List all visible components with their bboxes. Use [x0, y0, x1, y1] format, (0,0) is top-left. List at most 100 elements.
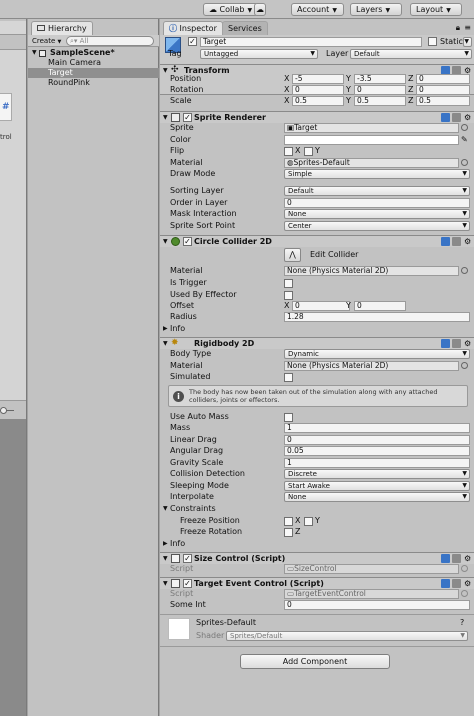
gear-icon[interactable]: ⚙ — [464, 113, 471, 122]
freeze-rotation-z-checkbox[interactable] — [284, 528, 293, 537]
sprite-sort-point-dropdown[interactable]: Center ▼ — [284, 221, 470, 231]
used-by-effector-checkbox[interactable] — [284, 291, 293, 300]
fold-arrow-icon[interactable]: ▼ — [163, 338, 168, 349]
hierarchy-item-main-camera[interactable]: Main Camera — [28, 58, 159, 68]
hierarchy-search-input[interactable]: ⌕▾ All — [66, 36, 154, 46]
rb-material-field[interactable]: None (Physics Material 2D) — [284, 361, 459, 371]
linear-drag-field[interactable]: 0 — [284, 435, 470, 445]
cloud-services-button[interactable]: ☁ — [254, 3, 266, 16]
freeze-position-x-checkbox[interactable] — [284, 517, 293, 526]
component-enabled-checkbox[interactable]: ✓ — [183, 554, 192, 563]
size-control-header[interactable]: ▼ ✓ Size Control (Script) ⚙ — [160, 552, 474, 564]
transform-scale-z-field[interactable]: 0.5 — [416, 96, 470, 106]
material-field[interactable]: ◍Sprites-Default — [284, 158, 459, 168]
presets-icon[interactable] — [452, 554, 461, 563]
radius-field[interactable]: 1.28 — [284, 312, 470, 322]
object-picker-icon[interactable] — [461, 267, 468, 274]
help-icon[interactable] — [441, 554, 450, 563]
freeze-position-y-checkbox[interactable] — [304, 517, 313, 526]
sprite-field[interactable]: ▣Target — [284, 123, 459, 133]
presets-icon[interactable] — [452, 579, 461, 588]
target-event-control-header[interactable]: ▼ ✓ Target Event Control (Script) ⚙ — [160, 577, 474, 589]
shader-dropdown[interactable]: Sprites/Default ▼ — [226, 631, 468, 641]
help-icon[interactable] — [441, 339, 450, 348]
tab-services[interactable]: Services — [222, 21, 268, 35]
script-asset-thumbnail[interactable]: # — [0, 93, 12, 121]
gear-icon[interactable]: ⚙ — [464, 237, 471, 246]
mask-interaction-dropdown[interactable]: None ▼ — [284, 209, 470, 219]
gear-icon[interactable]: ⚙ — [464, 554, 471, 563]
layers-dropdown[interactable]: Layers ▼ — [350, 3, 402, 16]
lock-icon[interactable]: 🔒︎ — [456, 23, 460, 33]
flip-x-checkbox[interactable] — [284, 147, 293, 156]
collab-button[interactable]: ☁ Collab ▼ — [203, 3, 259, 16]
component-enabled-checkbox[interactable]: ✓ — [183, 579, 192, 588]
panel-menu-icon[interactable]: ≡ — [464, 23, 471, 32]
offset-x-field[interactable]: 0 — [292, 301, 350, 311]
layout-dropdown[interactable]: Layout ▼ — [410, 3, 462, 16]
eyedropper-icon[interactable]: ✎ — [461, 134, 468, 145]
gravity-scale-field[interactable]: 1 — [284, 458, 470, 468]
transform-position-x-field[interactable]: -5 — [292, 74, 344, 84]
fold-arrow-icon[interactable]: ▼ — [163, 553, 168, 564]
tag-dropdown[interactable]: Untagged ▼ — [200, 49, 318, 59]
interpolate-dropdown[interactable]: None ▼ — [284, 492, 470, 502]
component-enabled-checkbox[interactable]: ✓ — [183, 237, 192, 246]
collider-info-foldout[interactable]: Info — [170, 323, 185, 334]
body-type-dropdown[interactable]: Dynamic ▼ — [284, 349, 470, 359]
object-name-field[interactable]: Target — [200, 37, 422, 47]
tab-hierarchy[interactable]: Hierarchy — [31, 21, 93, 35]
transform-scale-x-field[interactable]: 0.5 — [292, 96, 344, 106]
static-checkbox[interactable] — [428, 37, 437, 46]
transform-rotation-y-field[interactable]: 0 — [354, 85, 406, 95]
presets-icon[interactable] — [452, 237, 461, 246]
presets-icon[interactable] — [452, 339, 461, 348]
active-checkbox[interactable]: ✓ — [188, 37, 197, 46]
transform-rotation-x-field[interactable]: 0 — [292, 85, 344, 95]
slider-knob[interactable] — [0, 407, 7, 414]
use-auto-mass-checkbox[interactable] — [284, 413, 293, 422]
object-picker-icon[interactable] — [461, 159, 468, 166]
project-asset-list[interactable]: # trol — [0, 49, 26, 414]
rigidbody-info-foldout[interactable]: Info — [170, 538, 185, 549]
fold-arrow-icon[interactable]: ▼ — [163, 112, 168, 123]
edit-collider-button[interactable]: ⋀ — [284, 248, 301, 262]
collider-material-field[interactable]: None (Physics Material 2D) — [284, 266, 459, 276]
object-picker-icon[interactable] — [461, 362, 468, 369]
flip-y-checkbox[interactable] — [304, 147, 313, 156]
sprite-renderer-header[interactable]: ▼ ✓ Sprite Renderer ⚙ — [160, 111, 474, 123]
help-icon[interactable]: ? — [460, 617, 464, 628]
help-icon[interactable] — [441, 113, 450, 122]
add-component-button[interactable]: Add Component — [240, 654, 390, 669]
transform-position-y-field[interactable]: -3.5 — [354, 74, 406, 84]
presets-icon[interactable] — [452, 113, 461, 122]
hierarchy-item-target[interactable]: Target — [28, 68, 159, 78]
fold-arrow-icon[interactable]: ▶ — [163, 538, 168, 549]
gear-icon[interactable]: ⚙ — [464, 579, 471, 588]
fold-arrow-icon[interactable]: ▼ — [163, 236, 168, 247]
thumbnail-size-slider[interactable] — [0, 407, 14, 414]
project-tab[interactable] — [0, 21, 26, 35]
draw-mode-dropdown[interactable]: Simple ▼ — [284, 169, 470, 179]
sorting-layer-dropdown[interactable]: Default ▼ — [284, 186, 470, 196]
scene-row[interactable]: ▼ SampleScene* — [28, 48, 159, 58]
transform-rotation-z-field[interactable]: 0 — [416, 85, 470, 95]
angular-drag-field[interactable]: 0.05 — [284, 446, 470, 456]
gear-icon[interactable]: ⚙ — [464, 339, 471, 348]
is-trigger-checkbox[interactable] — [284, 279, 293, 288]
some-int-field[interactable]: 0 — [284, 600, 470, 610]
collision-detection-dropdown[interactable]: Discrete ▼ — [284, 469, 470, 479]
fold-arrow-icon[interactable]: ▼ — [163, 65, 168, 76]
mass-field[interactable]: 1 — [284, 423, 470, 433]
hierarchy-item-roundpink[interactable]: RoundPink — [28, 78, 159, 88]
expand-arrow-icon[interactable]: ▼ — [32, 48, 37, 58]
circle-collider-header[interactable]: ▼ ✓ Circle Collider 2D ⚙ — [160, 235, 474, 247]
transform-position-z-field[interactable]: 0 — [416, 74, 470, 84]
layer-dropdown[interactable]: Default ▼ — [350, 49, 472, 59]
color-swatch[interactable] — [284, 135, 459, 145]
fold-arrow-icon[interactable]: ▼ — [163, 503, 168, 514]
component-enabled-checkbox[interactable]: ✓ — [183, 113, 192, 122]
help-icon[interactable] — [441, 579, 450, 588]
object-picker-icon[interactable] — [461, 124, 468, 131]
order-in-layer-field[interactable]: 0 — [284, 198, 470, 208]
